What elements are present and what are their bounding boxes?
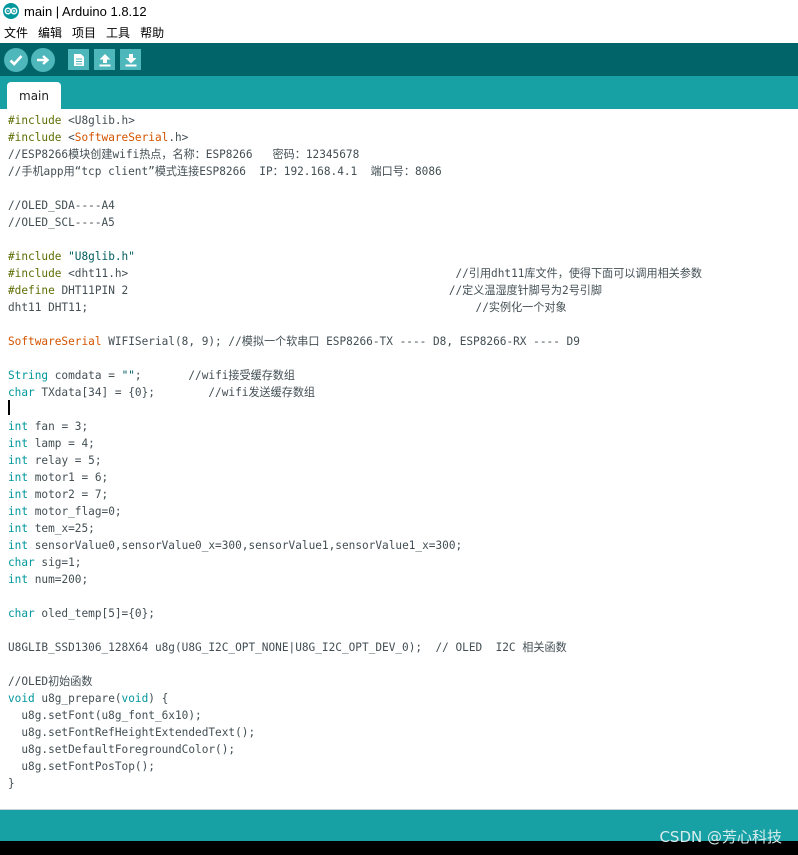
code-line: U8GLIB_SSD1306_128X64 u8g(U8G_I2C_OPT_NO… [8,641,567,654]
code-line: //OLED_SCL----A5 [8,216,115,229]
code-line: char TXdata[34] = {0}; //wifi发送缓存数组 [8,386,316,399]
save-icon [125,53,136,66]
code-line: void u8g_prepare(void) { [8,692,169,705]
code-line: } [8,777,15,790]
code-line: u8g.setFontPosTop(); [8,760,155,773]
code-line: SoftwareSerial WIFISerial(8, 9); //模拟一个软… [8,335,580,348]
code-line: int num=200; [8,573,89,586]
menu-edit[interactable]: 编辑 [37,23,63,42]
watermark: CSDN @芳心科技 [659,828,782,846]
title-bar: main | Arduino 1.8.12 [0,0,798,22]
code-line: //ESP8266模块创建wifi热点，名称：ESP8266 密码：123456… [8,148,360,161]
code-line: //OLED初始函数 [8,675,93,688]
text-cursor [8,400,10,415]
code-line: int motor_flag=0; [8,505,122,518]
menu-sketch[interactable]: 项目 [71,23,97,42]
code-line: int fan = 3; [8,420,89,433]
tab-main[interactable]: main [7,82,61,109]
code-line: //OLED_SDA----A4 [8,199,115,212]
open-icon [99,53,110,66]
code-line: int relay = 5; [8,454,102,467]
toolbar [0,43,798,76]
code-line: char oled_temp[5]={0}; [8,607,155,620]
menu-file[interactable]: 文件 [3,23,29,42]
upload-button[interactable] [31,47,55,72]
code-editor[interactable]: #include <U8glib.h> #include <SoftwareSe… [0,109,798,809]
code-line: #define DHT11PIN 2 //定义温湿度针脚号为2号引脚 [8,284,602,297]
open-button[interactable] [94,49,115,70]
window-title: main | Arduino 1.8.12 [24,3,147,19]
code-line: int lamp = 4; [8,437,95,450]
verify-button[interactable] [4,47,28,72]
code-line: #include <U8glib.h> [8,114,135,127]
code-line: u8g.setFont(u8g_font_6x10); [8,709,202,722]
code-line: String comdata = ""; //wifi接受缓存数组 [8,369,295,382]
code-line: dht11 DHT11; //实例化一个对象 [8,301,567,314]
arduino-logo-icon [3,3,19,19]
code-line: #include "U8glib.h" [8,250,135,263]
new-icon [73,53,84,66]
menu-bar: 文件 编辑 项目 工具 帮助 [0,22,798,43]
verify-icon [9,54,23,66]
code-line: int motor1 = 6; [8,471,109,484]
menu-help[interactable]: 帮助 [139,23,165,42]
code-line: int tem_x=25; [8,522,95,535]
menu-tools[interactable]: 工具 [105,23,131,42]
code-line: u8g.setFontRefHeightExtendedText(); [8,726,256,739]
tab-bar: main [0,76,798,109]
save-button[interactable] [120,49,141,70]
code-line: int motor2 = 7; [8,488,109,501]
code-line: u8g.setDefaultForegroundColor(); [8,743,236,756]
code-line: #include <dht11.h> //引用dht11库文件，使得下面可以调用… [8,267,702,280]
code-line: char sig=1; [8,556,82,569]
code-line: int sensorValue0,sensorValue0_x=300,sens… [8,539,463,552]
upload-icon [37,54,50,65]
code-line: #include <SoftwareSerial.h> [8,131,189,144]
new-button[interactable] [68,49,89,70]
code-line: //手机app用“tcp client”模式连接ESP8266 IP：192.1… [8,165,442,178]
